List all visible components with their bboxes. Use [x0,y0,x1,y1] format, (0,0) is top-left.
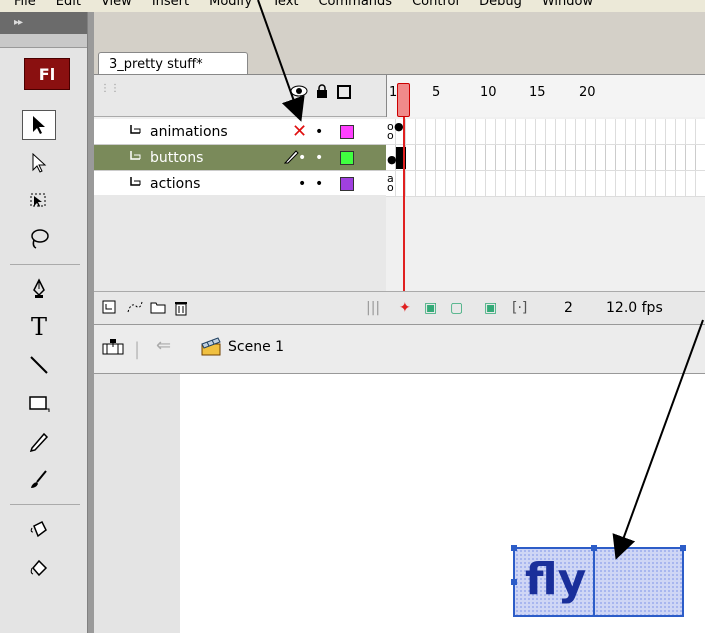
layer-row-actions[interactable]: actions • • [94,171,386,197]
tools-divider-2 [10,504,80,505]
timeline-panel: ⋮⋮ 1 5 10 15 20 animations ✕ • buttons • [94,74,705,325]
collapse-panel-button[interactable]: ▸▸ [0,12,87,34]
paint-bucket-tool-icon[interactable] [22,552,56,582]
menu-file[interactable]: File [4,0,46,12]
free-transform-tool-icon[interactable] [22,186,56,216]
center-frame-icon[interactable]: ✦ [399,300,411,316]
selection-handle[interactable] [511,545,517,551]
text-tool-icon[interactable]: T [22,312,56,342]
separator: | [134,339,141,360]
selection-tool-icon[interactable] [22,110,56,140]
lock-icon[interactable] [316,84,328,102]
layer-visible-dot[interactable]: • [298,176,306,192]
modify-onion-markers-icon[interactable]: [·] [512,300,527,316]
scene-clapper-icon[interactable] [200,336,222,360]
layer-lock-dot[interactable]: • [315,176,323,192]
layer-icon [128,123,150,141]
layer-name[interactable]: buttons [150,150,290,166]
layer-row-buttons[interactable]: buttons • • [94,145,386,171]
edit-multiple-frames-icon[interactable]: ▣ [484,300,497,316]
menu-bar: File Edit View Insert Modify Text Comman… [0,0,705,12]
flash-logo: Fl [24,58,70,90]
layer-hidden-x-icon[interactable]: ✕ [292,121,307,142]
keyframe-marker[interactable]: oo [387,121,394,141]
frame-ruler[interactable]: 1 5 10 15 20 [386,75,705,117]
timeline-footer: ||| ✦ ▣ ▢ ▣ [·] 2 12.0 fps [94,291,705,325]
line-tool-icon[interactable] [22,350,56,380]
resize-grip-icon[interactable]: ||| [366,300,380,316]
edit-bar: | ⇐ Scene 1 [94,324,705,374]
timeline-grip-icon[interactable]: ⋮⋮ [100,83,120,94]
scene-label: Scene 1 [228,339,285,355]
menu-edit[interactable]: Edit [46,0,91,12]
frames-row-actions[interactable]: ao [386,171,705,197]
selection-handle[interactable] [680,545,686,551]
selection-divider [593,549,595,615]
menu-modify[interactable]: Modify [199,0,262,12]
layer-visible-dot[interactable]: • [298,150,306,166]
panel-grip[interactable] [0,34,87,48]
document-tab-strip: 3_pretty stuff* [94,12,705,78]
layer-outline-color[interactable] [340,150,354,165]
outline-toggle-icon[interactable] [337,85,351,99]
lasso-tool-icon[interactable] [22,224,56,254]
layer-name[interactable]: animations [150,124,290,140]
selection-handle[interactable] [511,579,517,585]
new-folder-icon[interactable] [150,300,166,318]
menu-control[interactable]: Control [402,0,469,12]
menu-debug[interactable]: Debug [469,0,532,12]
current-frame-readout: 2 [564,300,573,316]
tools-divider [10,264,80,265]
fly-button-symbol[interactable]: fly [511,545,686,617]
frame-rate-readout[interactable]: 12.0 fps [606,300,663,316]
fly-button-label: fly [525,554,587,605]
layer-lock-dot[interactable]: • [315,124,323,140]
onion-skin-outlines-icon[interactable]: ▢ [450,300,463,316]
playhead-line [403,117,405,313]
layers-empty-area [94,195,386,295]
new-motion-guide-icon[interactable] [126,300,144,318]
playhead[interactable] [397,83,410,117]
menu-insert[interactable]: Insert [142,0,199,12]
layer-icon [128,175,150,193]
layer-row-animations[interactable]: animations ✕ • [94,119,386,145]
menu-window[interactable]: Window [532,0,603,12]
onion-skin-icon[interactable]: ▣ [424,300,437,316]
frame-number: 15 [529,85,546,100]
pencil-tool-icon[interactable] [22,426,56,456]
brush-tool-icon[interactable] [22,464,56,494]
selection-handle[interactable] [591,545,597,551]
rectangle-tool-icon[interactable] [22,388,56,418]
subselection-tool-icon[interactable] [22,148,56,178]
back-arrow-icon[interactable]: ⇐ [156,335,171,356]
layer-icon [128,149,150,167]
frame-number: 5 [432,85,441,100]
layer-outline-color[interactable] [340,176,354,191]
timeline-toggle-icon[interactable] [102,339,124,361]
frames-row-animations[interactable]: oo ● [386,119,705,145]
frame-number: 10 [480,85,497,100]
menu-view[interactable]: View [91,0,142,12]
layer-outline-color[interactable] [340,124,354,139]
show-hide-eye-icon[interactable] [290,85,308,101]
layer-lock-dot[interactable]: • [315,150,323,166]
keyframe-marker[interactable]: ao [387,173,394,193]
frame-number: 20 [579,85,596,100]
layer-name[interactable]: actions [150,176,290,192]
delete-layer-icon[interactable] [174,300,188,320]
pen-tool-icon[interactable] [22,274,56,304]
ink-bottle-tool-icon[interactable] [22,514,56,544]
menu-commands[interactable]: Commands [308,0,402,12]
frames-row-buttons[interactable]: ● [386,145,705,171]
new-layer-icon[interactable] [102,300,116,318]
tools-panel: ▸▸ Fl T [0,12,88,633]
menu-text[interactable]: Text [262,0,308,12]
